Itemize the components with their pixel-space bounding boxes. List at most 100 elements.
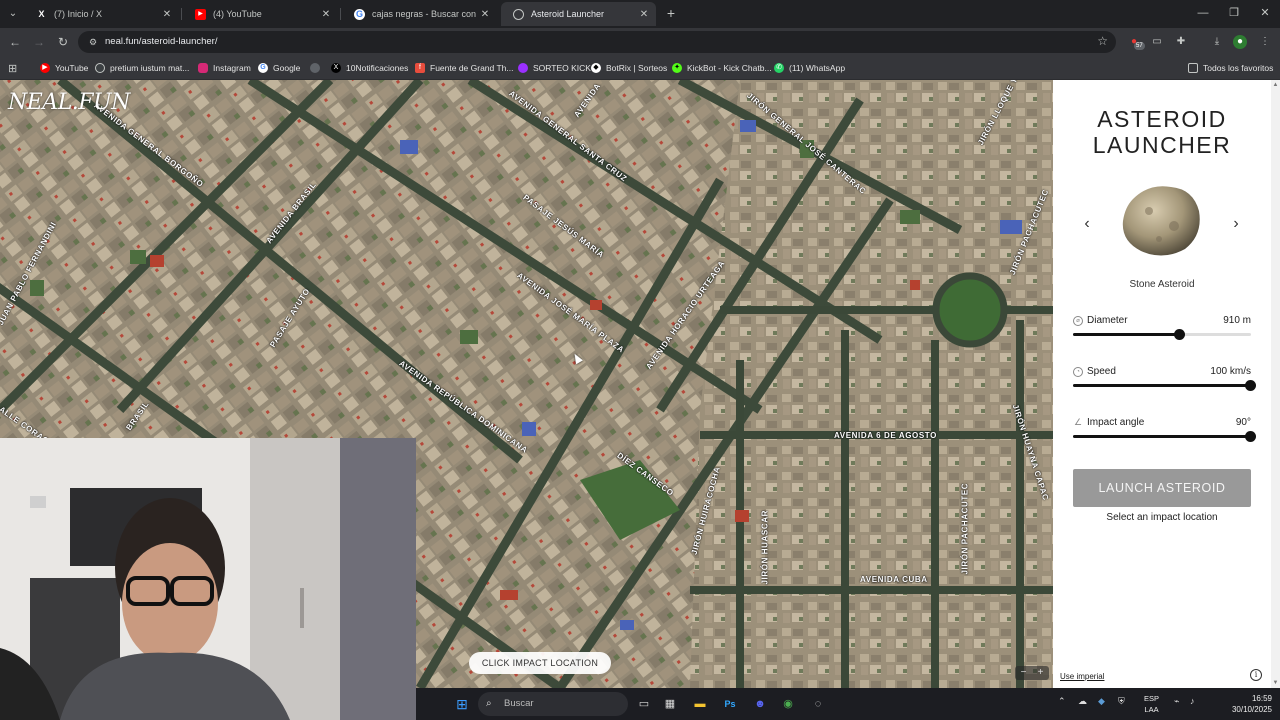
window-close-icon[interactable]: ✕	[1250, 4, 1280, 22]
extension-icon[interactable]: ▭	[1149, 34, 1165, 50]
extension-icon[interactable]: ● 57	[1126, 34, 1145, 50]
tab-title: (4) YouTube	[213, 9, 262, 19]
forward-icon[interactable]: →	[30, 33, 48, 51]
photoshop-icon[interactable]: Ps	[722, 696, 738, 712]
tray-overflow-icon[interactable]: ⌃	[1058, 696, 1066, 707]
bookmark-botrix[interactable]: ◆ BotRix | Sorteos	[591, 60, 667, 76]
address-bar[interactable]: ⚙ neal.fun/asteroid-launcher/ ☆	[78, 31, 1116, 53]
restore-icon[interactable]: ❐	[1219, 4, 1249, 22]
bookmark-label: BotRix | Sorteos	[606, 63, 668, 73]
diameter-control: ⌀ Diameter 910 m	[1073, 315, 1251, 345]
launcher-panel: ASTEROID LAUNCHER ‹ › Stone Asteroid ⌀ Di…	[1053, 80, 1271, 688]
folder-icon	[1188, 63, 1198, 73]
apps-grid-icon[interactable]: ⊞	[8, 60, 17, 76]
file-explorer-icon[interactable]: ▬	[692, 696, 708, 712]
bookmark-google[interactable]: G Google	[258, 60, 300, 76]
map-zoom-control[interactable]: − +	[1015, 666, 1049, 680]
volume-icon[interactable]: ♪	[1190, 696, 1195, 706]
tab-asteroid-launcher[interactable]: Asteroid Launcher ✕	[501, 2, 656, 26]
close-icon[interactable]: ✕	[477, 9, 493, 20]
clock-time: 16:59	[1251, 694, 1272, 703]
minimize-icon[interactable]: —	[1188, 4, 1218, 22]
speed-slider[interactable]	[1073, 380, 1256, 391]
system-clock[interactable]: 16:59 30/10/2025	[1206, 693, 1272, 715]
taskbar-search[interactable]: ⌕ Buscar	[478, 692, 628, 716]
bookmarks-bar: ⊞ ▶ YouTube pretium iustum mat... Instagr…	[0, 56, 1280, 80]
bookmark-pretium[interactable]: pretium iustum mat...	[95, 60, 189, 76]
impact-angle-value: 90°	[1235, 417, 1251, 428]
bookmark-label: 10Notificaciones	[346, 63, 409, 73]
lang-line-2: LAA	[1144, 705, 1159, 714]
browser-toolbar: ← → ↻ ⚙ neal.fun/asteroid-launcher/ ☆ ● 5…	[0, 28, 1280, 56]
diameter-slider[interactable]	[1073, 329, 1251, 340]
tab-title: cajas negras - Buscar con Google	[372, 9, 477, 19]
download-icon[interactable]: ⤓	[1209, 34, 1225, 50]
neal-fun-logo[interactable]: NEAL.FUN	[8, 90, 130, 115]
bookmark-youtube[interactable]: ▶ YouTube	[40, 60, 88, 76]
prev-asteroid-button[interactable]: ‹	[1077, 214, 1097, 234]
tab-google-search[interactable]: G cajas negras - Buscar con Google ✕	[342, 2, 497, 26]
discord-icon[interactable]: ☻	[752, 696, 768, 712]
bookmark-sorteo-kick[interactable]: SORTEO KICK	[518, 60, 591, 76]
bookmark-whatsapp[interactable]: ✆ (11) WhatsApp	[774, 60, 845, 76]
profile-avatar[interactable]: ●	[1233, 35, 1247, 49]
launch-asteroid-button[interactable]: LAUNCH ASTEROID	[1073, 469, 1251, 507]
diameter-value: 910 m	[1223, 315, 1251, 326]
zoom-out-icon[interactable]: −	[1021, 666, 1027, 680]
scroll-down-icon[interactable]: ▼	[1272, 680, 1279, 686]
bookmark-kickbot[interactable]: ✦ KickBot - Kick Chatb...	[672, 60, 772, 76]
tab-youtube[interactable]: ▶ (4) YouTube ✕	[183, 2, 338, 26]
all-bookmarks-button[interactable]: Todos los favoritos	[1188, 60, 1273, 76]
close-icon[interactable]: ✕	[636, 9, 652, 20]
network-icon[interactable]: ⌁	[1174, 696, 1179, 707]
bookmark-instagram[interactable]: Instagram	[198, 60, 251, 76]
menu-kebab-icon[interactable]: ⋮	[1257, 34, 1273, 50]
tab-search-button[interactable]: ⌄	[4, 5, 22, 23]
chrome-icon[interactable]: ◉	[780, 696, 796, 712]
site-info-icon[interactable]: ⚙	[86, 35, 100, 49]
impact-angle-slider[interactable]	[1073, 431, 1256, 442]
bookmark-label: YouTube	[55, 63, 89, 73]
url-text[interactable]: neal.fun/asteroid-launcher/	[105, 36, 218, 47]
tab-title: (7) Inicio / X	[54, 9, 103, 19]
bookmark-label: Todos los favoritos	[1203, 63, 1274, 73]
next-asteroid-button[interactable]: ›	[1226, 214, 1246, 234]
back-icon[interactable]: ←	[6, 33, 24, 51]
use-imperial-link[interactable]: Use imperial	[1060, 672, 1104, 681]
close-icon[interactable]: ✕	[159, 9, 175, 20]
tab-strip: ⌄ X (7) Inicio / X ✕ ▶ (4) YouTube ✕ G c…	[0, 0, 1280, 28]
reload-icon[interactable]: ↻	[54, 33, 72, 51]
close-icon[interactable]: ✕	[318, 9, 334, 20]
diameter-slider-thumb[interactable]	[1173, 329, 1185, 340]
page-scrollbar[interactable]: ▲ ▼	[1271, 80, 1280, 688]
font-icon: f	[415, 63, 425, 73]
new-tab-button[interactable]: +	[663, 5, 679, 21]
tray-app-icon[interactable]: ◆	[1098, 696, 1105, 707]
app-icon[interactable]: ▦	[662, 696, 678, 712]
street-label: JIRÓN PACHACUTEC	[960, 482, 970, 575]
app-icon[interactable]: ◌	[810, 696, 826, 712]
clock-date: 30/10/2025	[1231, 705, 1272, 714]
speed-slider-thumb[interactable]	[1245, 380, 1256, 391]
tab-x[interactable]: X (7) Inicio / X ✕	[24, 2, 179, 26]
bookmark-fuente-gta[interactable]: f Fuente de Grand Th...	[415, 60, 513, 76]
task-view-icon[interactable]: ▭	[636, 696, 652, 712]
scroll-up-icon[interactable]: ▲	[1272, 82, 1279, 88]
youtube-icon: ▶	[40, 63, 50, 73]
bookmark-label: Google	[273, 63, 301, 73]
bookmark-star-icon[interactable]: ☆	[1097, 34, 1108, 48]
zoom-in-icon[interactable]: +	[1038, 666, 1044, 680]
impact-angle-slider-thumb[interactable]	[1245, 431, 1256, 442]
bookmark-10notificaciones[interactable]: X 10Notificaciones	[331, 60, 408, 76]
security-shield-icon[interactable]: ⛨	[1118, 696, 1125, 707]
bookmark-unnamed[interactable]	[310, 60, 325, 76]
windows-start-icon[interactable]: ⊞	[454, 696, 470, 712]
diameter-slider-fill	[1073, 333, 1180, 336]
onedrive-icon[interactable]: ☁	[1078, 696, 1087, 707]
lang-line-1: ESP	[1144, 694, 1160, 703]
extensions-puzzle-icon[interactable]: ✚	[1173, 34, 1189, 50]
language-indicator[interactable]: ESP LAA	[1144, 693, 1159, 715]
diameter-label: ⌀ Diameter	[1073, 315, 1128, 326]
info-icon[interactable]: i	[1250, 669, 1262, 681]
kickbot-icon: ✦	[672, 63, 682, 73]
